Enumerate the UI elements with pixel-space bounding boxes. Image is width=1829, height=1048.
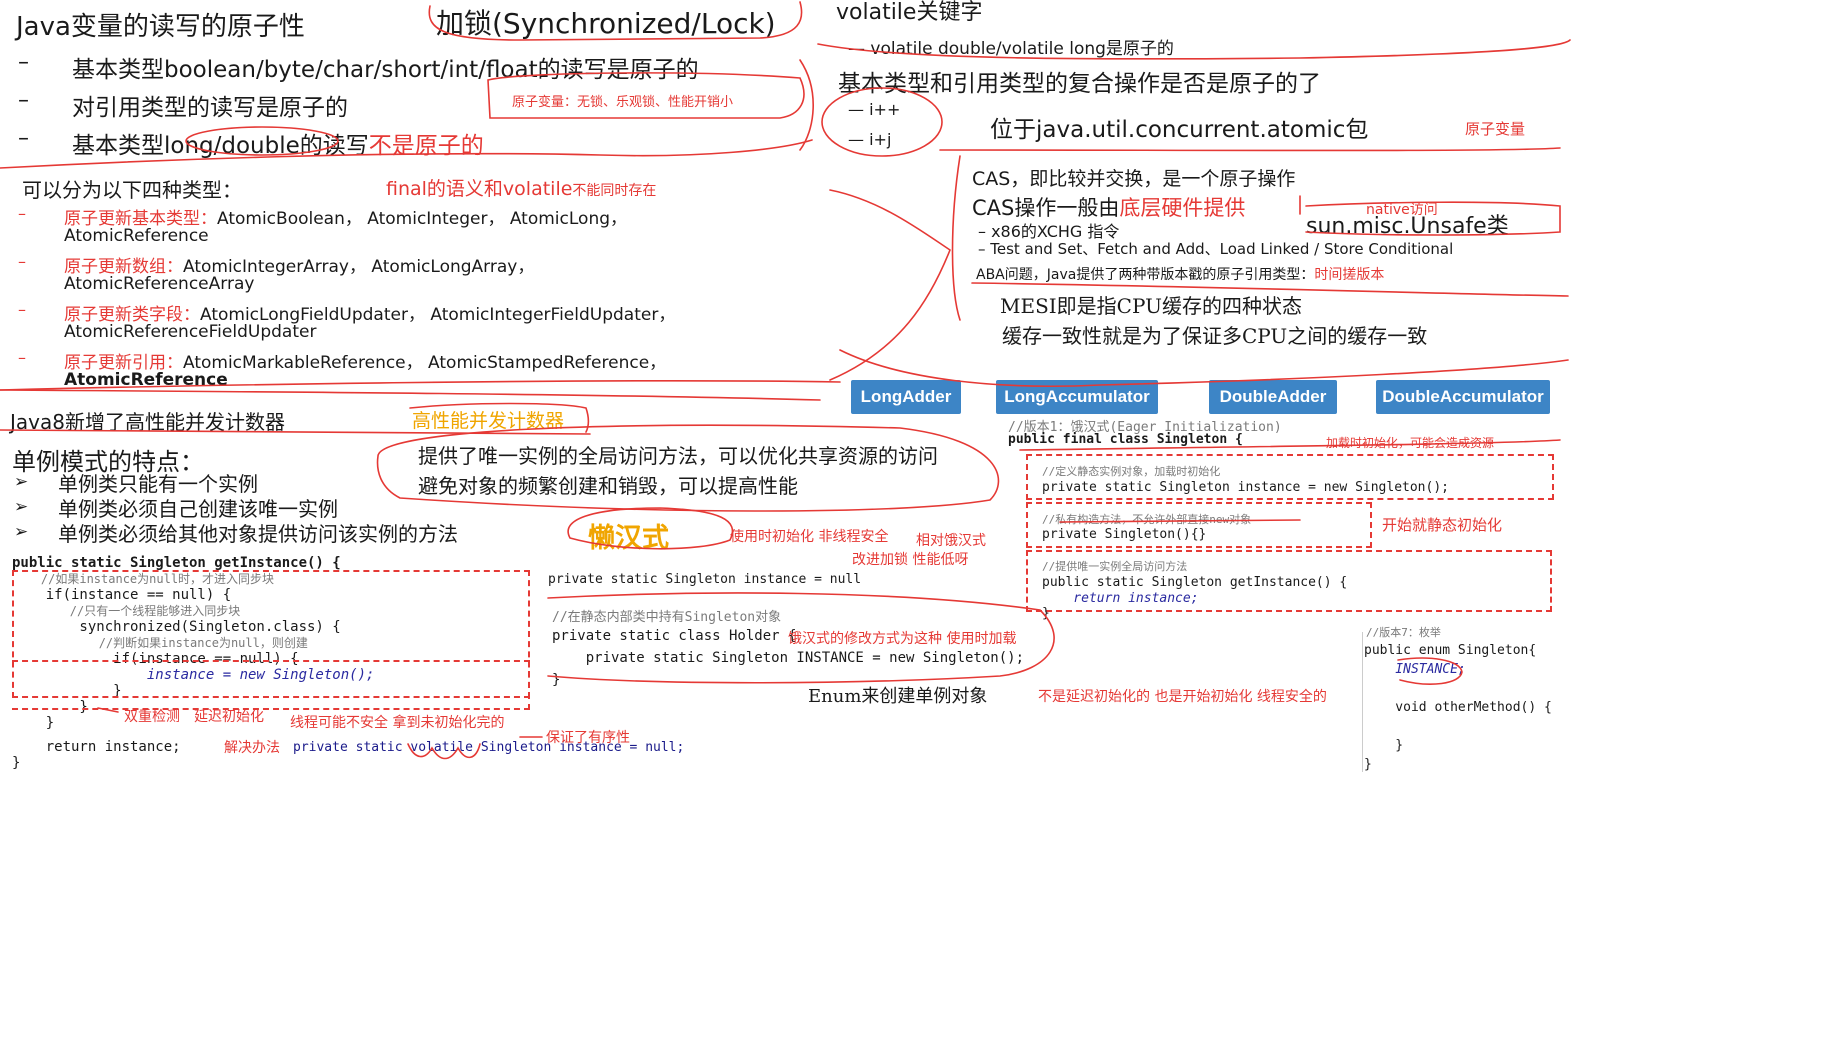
adder-badge: DoubleAdder: [1209, 380, 1337, 414]
holder-line0: private static Singleton instance = null: [548, 572, 862, 587]
mesi-line2: 缓存一致性就是为了保证多CPU之间的缓存一致: [1002, 324, 1428, 348]
holder-line1: private static class Holder {: [552, 628, 797, 644]
mesi-line1: MESI即是指CPU缓存的四种状态: [1000, 294, 1302, 318]
atomic-rw-item-3-text: 基本类型long/double的读写: [72, 133, 369, 159]
enum-note: 不是延迟初始化的 也是开始初始化 线程安全的: [1038, 689, 1327, 705]
holder-line2: private static Singleton INSTANCE = new …: [552, 650, 1025, 666]
atomic-package-note: 原子变量: [1465, 120, 1526, 138]
type-row-array-line2: AtomicReferenceArray: [64, 274, 255, 294]
java8-title: Java8新增了高性能并发计数器: [10, 410, 285, 434]
adder-badge: LongAdder: [851, 380, 961, 414]
type-row-basic-line2: AtomicReference: [64, 226, 209, 246]
code-line: void otherMethod() {: [1364, 700, 1552, 715]
type-row-field-line2: AtomicReferenceFieldUpdater: [64, 322, 317, 342]
atomic-rw-item-1: 基本类型boolean/byte/char/short/int/float的读写…: [72, 57, 699, 83]
op-i-plus-j: — i+j: [848, 130, 892, 149]
lazy-note: 使用时初始化 非线程安全: [730, 529, 889, 545]
eager-note0: 加载时初始化，可能会造成资源: [1326, 436, 1495, 450]
adder-badge: DoubleAccumulator: [1376, 380, 1550, 414]
enum-vertical-rule: [1362, 632, 1363, 772]
aba-line: ABA问题，Java提供了两种带版本戳的原子引用类型：: [976, 267, 1315, 283]
eager-note2: 开始就静态初始化: [1382, 516, 1503, 534]
four-types-title: 可以分为以下四种类型：: [22, 178, 242, 202]
singleton-benefit-1: 提供了唯一实例的全局访问方法，可以优化共享资源的访问: [418, 444, 938, 468]
lazy-label: 懒汉式: [588, 523, 669, 554]
arrow-bullet: ➢: [14, 497, 29, 517]
volatile-line1: — volatile double/volatile long是原子的: [848, 39, 1174, 59]
eager-line3: public static Singleton getInstance() {: [1042, 575, 1348, 590]
cas-sub2: – Test and Set、Fetch and Add、Load Linked…: [978, 240, 1454, 258]
dcl-note-2: 线程可能不安全 拿到未初始化完的: [290, 715, 505, 731]
dash-bullet: –: [18, 88, 29, 113]
eager-line4: return instance;: [1042, 591, 1199, 606]
dash-bullet: –: [18, 252, 26, 271]
cas-line1: CAS，即比较并交换，是一个原子操作: [972, 168, 1296, 190]
aba-text: ABA问题，Java提供了两种带版本戳的原子引用类型：时间搓版本: [976, 264, 1384, 284]
lock-title: 加锁(Synchronized/Lock): [436, 7, 776, 40]
type-row-reference-line2: AtomicReference: [64, 370, 228, 390]
eager-comment-2: //私有构造方法，不允许外部直接new对象: [1042, 513, 1252, 526]
final-volatile-note: final的语义和volatile不能同时存在: [386, 174, 656, 201]
holder-note: 饿汉式的修改方式为这种 使用时加载: [788, 631, 1017, 647]
code-line: INSTANCE;: [1364, 662, 1466, 677]
eager-comment-1: //定义静态实例对象，加载时初始化: [1042, 465, 1221, 478]
atomic-package: 位于java.util.concurrent.atomic包: [990, 117, 1369, 143]
dcl-inner-dashed-box: [12, 660, 530, 710]
type-row-classes: AtomicMarkableReference， AtomicStampedRe…: [183, 353, 667, 373]
lazy-note-2: 相对饿汉式: [916, 533, 986, 549]
dash-bullet: –: [18, 126, 29, 151]
dcl-fix-note: 保证了有序性: [546, 730, 630, 746]
arrow-bullet: ➢: [14, 522, 29, 542]
code-line: public enum Singleton{: [1364, 643, 1537, 658]
not-atomic-label: 不是原子的: [368, 133, 484, 159]
holder-line3: }: [552, 672, 561, 688]
singleton-benefit-2: 避免对象的频繁创建和销毁，可以提高性能: [418, 474, 798, 498]
lock-note: 原子变量：无锁、乐观锁、性能开销小: [512, 95, 734, 110]
singleton-item-3: 单例类必须给其他对象提供访问该实例的方法: [58, 522, 458, 546]
enum-title: Enum来创建单例对象: [808, 686, 988, 707]
lazy-note-3: 改进加锁 性能低呀: [852, 552, 969, 568]
atomic-rw-item-3: 基本类型long/double的读写不是原子的: [72, 126, 484, 160]
arrow-bullet: ➢: [14, 472, 29, 492]
code-line: }: [1364, 757, 1372, 772]
dash-bullet: –: [18, 348, 26, 367]
aba-note: 时间搓版本: [1314, 267, 1385, 283]
enum-code-block: public enum Singleton{ INSTANCE; void ot…: [1364, 641, 1552, 774]
atomic-rw-item-2: 对引用类型的读写是原子的: [72, 95, 348, 121]
holder-comment: //在静态内部类中持有Singleton对象: [552, 610, 782, 625]
atomic-rw-title: Java变量的读写的原子性: [16, 12, 305, 42]
final-volatile-note-text: final的语义和volatile: [386, 178, 573, 200]
adder-badge: LongAccumulator: [996, 380, 1158, 414]
volatile-title: volatile关键字: [836, 0, 983, 25]
unsafe-class: sun.misc.Unsafe类: [1306, 214, 1509, 239]
dash-bullet: –: [18, 204, 26, 223]
final-volatile-note-tail: 不能同时存在: [572, 183, 657, 199]
java8-note: 高性能并发计数器: [412, 410, 565, 432]
eager-line1: private static Singleton instance = new …: [1042, 480, 1449, 495]
dcl-note-1: 双重检测 延迟初始化: [124, 709, 264, 725]
code-line: }: [12, 755, 21, 771]
eager-comment-3: //提供唯一实例全局访问方法: [1042, 560, 1188, 573]
dcl-fix-label: 解决办法: [224, 740, 280, 756]
op-i-plus-plus: — i++: [848, 100, 901, 119]
eager-line5: }: [1042, 606, 1050, 621]
code-line: public static Singleton getInstance() {: [12, 555, 341, 571]
cas-line2-text: CAS操作一般由: [972, 196, 1120, 220]
enum-comment: //版本7：枚举: [1366, 626, 1441, 639]
volatile-line2: 基本类型和引用类型的复合操作是否是原子的了: [838, 71, 1321, 97]
code-line: }: [1364, 738, 1404, 753]
eager-line2: private Singleton(){}: [1042, 527, 1207, 542]
type-row-classes: AtomicBoolean， AtomicInteger， AtomicLong…: [217, 209, 628, 229]
eager-line0: public final class Singleton {: [1008, 432, 1243, 447]
cas-hardware: 底层硬件提供: [1119, 196, 1246, 220]
dash-bullet: –: [18, 300, 26, 319]
dash-bullet: –: [18, 50, 29, 75]
